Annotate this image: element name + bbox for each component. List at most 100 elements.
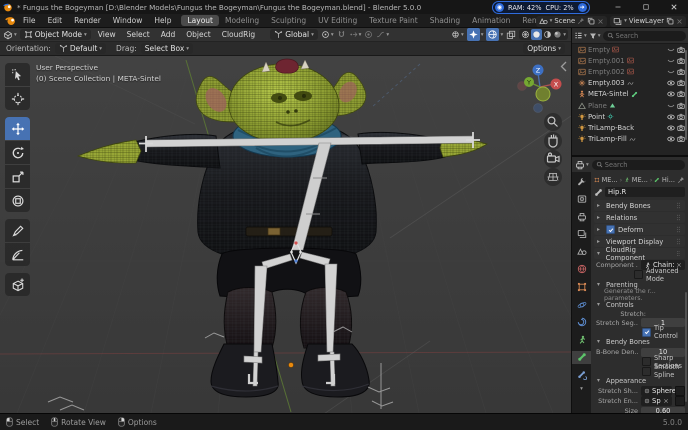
hide-viewport-icon[interactable] <box>667 46 675 54</box>
tool-cursor[interactable] <box>5 87 30 110</box>
shading-rendered-icon[interactable] <box>553 30 562 39</box>
unlink-scene-icon[interactable] <box>597 18 604 25</box>
disable-render-icon[interactable] <box>677 102 685 110</box>
show-viewport-icon[interactable] <box>667 135 675 143</box>
scene-name[interactable]: Scene <box>554 17 575 25</box>
object-origin-dot[interactable] <box>288 362 294 368</box>
panel-deform[interactable]: ▸ Deform <box>594 224 685 235</box>
outliner-row-plane[interactable]: Plane <box>572 100 688 111</box>
workspace-tab-animation[interactable]: Animation <box>466 15 516 26</box>
hide-viewport-icon[interactable] <box>667 102 675 110</box>
item-label[interactable]: TriLamp-Fill <box>588 135 627 143</box>
workspace-tab-sculpting[interactable]: Sculpting <box>265 15 312 26</box>
assistant-icon[interactable]: ◉ <box>495 3 504 12</box>
mode-dropdown[interactable]: Object Mode ▾ <box>19 29 91 40</box>
zoom-button[interactable] <box>544 113 562 131</box>
blender-logo-icon[interactable] <box>4 15 17 26</box>
new-scene-icon[interactable] <box>587 17 595 25</box>
menu-window[interactable]: Window <box>107 16 149 25</box>
outliner-search-input[interactable] <box>615 31 682 40</box>
tool-scale[interactable] <box>5 165 30 188</box>
disable-render-icon[interactable] <box>677 57 685 65</box>
workspace-tab-layout[interactable]: Layout <box>181 15 219 26</box>
tab-tool[interactable] <box>572 175 591 188</box>
enable-render-icon[interactable] <box>677 135 685 143</box>
tab-scene[interactable] <box>572 245 591 258</box>
show-viewport-icon[interactable] <box>667 113 675 121</box>
tab-physics[interactable] <box>572 298 591 311</box>
maximize-button[interactable] <box>632 0 660 14</box>
enable-render-icon[interactable] <box>677 124 685 132</box>
show-viewport-icon[interactable] <box>667 79 675 87</box>
item-label[interactable]: TriLamp-Back <box>588 124 634 132</box>
hide-viewport-icon[interactable] <box>667 57 675 65</box>
pan-button[interactable] <box>544 132 562 150</box>
workspace-tab-modeling[interactable]: Modeling <box>219 15 265 26</box>
shading-material-icon[interactable] <box>543 30 552 39</box>
tool-move[interactable] <box>5 117 30 140</box>
breadcrumb-bone[interactable]: Hi... <box>662 176 675 184</box>
display-mode-dropdown[interactable]: ▾ <box>574 31 587 40</box>
tool-measure[interactable] <box>5 243 30 266</box>
panel-cloudrig-component[interactable]: ▾ CloudRig Component <box>594 246 685 262</box>
disable-render-icon[interactable] <box>677 46 685 54</box>
pin-icon[interactable] <box>577 17 585 25</box>
outliner-row-meta-sintel[interactable]: META-Sintel <box>572 89 688 100</box>
outliner-search[interactable] <box>602 30 686 41</box>
options-dropdown[interactable]: Options ▾ <box>523 43 565 54</box>
tab-view-layer[interactable] <box>572 228 591 241</box>
tab-bone[interactable] <box>572 350 591 364</box>
show-gizmo-dropdown[interactable]: ▾ <box>451 30 464 39</box>
viewport-canvas[interactable]: Z Y X <box>0 56 571 413</box>
menu-view[interactable]: View <box>94 30 120 39</box>
tool-transform[interactable] <box>5 189 30 212</box>
item-label[interactable]: Plane <box>588 102 607 110</box>
view-layer-name[interactable]: ViewLayer <box>629 17 664 25</box>
sharp-sections-checkbox[interactable] <box>642 357 651 367</box>
outliner-row-empty-002[interactable]: Empty.002 <box>572 66 688 77</box>
bone-name-field[interactable]: Hip.R <box>605 187 685 197</box>
item-label[interactable]: Empty.002 <box>588 68 625 76</box>
workspace-tab-shading[interactable]: Shading <box>424 15 466 26</box>
tab-world[interactable] <box>572 263 591 276</box>
outliner-row-trilamp-back[interactable]: TriLamp-Back <box>572 122 688 133</box>
xray-dropdown[interactable]: ▾ <box>486 28 503 41</box>
item-label[interactable]: Empty <box>588 46 610 54</box>
show-viewport-icon[interactable] <box>667 90 675 98</box>
properties-scrollbar[interactable] <box>685 292 687 402</box>
breadcrumb-object[interactable]: ME... <box>602 176 618 184</box>
tab-overflow-chevron[interactable]: ▾ <box>580 386 583 392</box>
outliner-row-empty[interactable]: Empty <box>572 44 688 55</box>
shape-picker-button[interactable] <box>675 386 685 396</box>
disable-render-icon[interactable] <box>677 68 685 76</box>
item-label[interactable]: Empty.003 <box>588 79 625 87</box>
smooth-spline-checkbox[interactable] <box>642 366 651 376</box>
pin-icon[interactable] <box>677 176 685 184</box>
menu-edit[interactable]: Edit <box>42 16 69 25</box>
viewport-3d[interactable]: Z Y X User Perspective (0) Scene Collect… <box>0 56 571 413</box>
outliner-scrollbar[interactable] <box>685 50 687 140</box>
item-label[interactable]: META-Sintel <box>588 90 629 98</box>
pivot-point-dropdown[interactable]: ▾ <box>321 30 334 39</box>
arrow-icon[interactable]: ➜ <box>577 3 587 12</box>
shading-dropdown[interactable]: ▾ <box>563 32 566 38</box>
transform-orientation-dropdown[interactable]: Global ▾ <box>270 29 318 40</box>
hide-viewport-icon[interactable] <box>667 68 675 76</box>
advanced-mode-checkbox[interactable] <box>634 270 643 280</box>
menu-cloudrig[interactable]: CloudRig <box>218 30 259 39</box>
tool-add-cube[interactable] <box>5 273 30 296</box>
menu-file[interactable]: File <box>17 16 42 25</box>
item-label[interactable]: Point <box>588 113 605 121</box>
menu-select[interactable]: Select <box>123 30 154 39</box>
workspace-tab-uv-editing[interactable]: UV Editing <box>312 15 363 26</box>
tab-object[interactable] <box>572 281 591 294</box>
item-label[interactable]: Empty.001 <box>588 57 625 65</box>
proportional-edit-icon[interactable] <box>364 30 373 39</box>
show-viewport-icon[interactable] <box>667 124 675 132</box>
perspective-toggle-button[interactable] <box>544 168 562 186</box>
tool-rotate[interactable] <box>5 141 30 164</box>
camera-view-button[interactable] <box>544 150 562 168</box>
clear-icon[interactable] <box>663 398 669 404</box>
outliner-row-empty-001[interactable]: Empty.001 <box>572 55 688 66</box>
datablock-dropdown[interactable]: ▾ <box>575 160 589 170</box>
